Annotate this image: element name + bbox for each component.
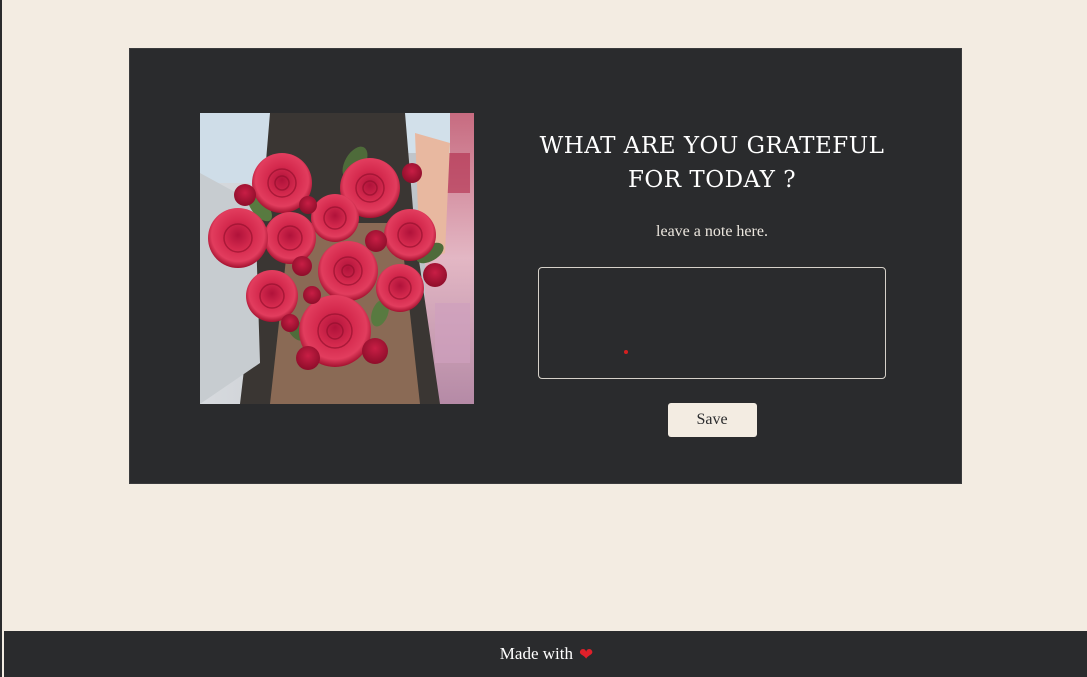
gratitude-card: WHAT ARE YOU GRATEFUL FOR TODAY ? leave … — [129, 48, 962, 484]
roses-image — [200, 113, 474, 404]
subtitle: leave a note here. — [656, 223, 768, 240]
page-title: WHAT ARE YOU GRATEFUL FOR TODAY ? — [539, 133, 885, 193]
page: WHAT ARE YOU GRATEFUL FOR TODAY ? leave … — [0, 0, 1087, 677]
heart-icon: ❤ — [578, 644, 594, 664]
save-button[interactable]: Save — [667, 403, 757, 437]
note-panel: WHAT ARE YOU GRATEFUL FOR TODAY ? leave … — [536, 129, 888, 437]
roses-photo — [200, 113, 474, 404]
text-caret — [624, 350, 628, 354]
footer-text: Made with — [499, 644, 573, 663]
footer: Made with ❤ — [4, 631, 1087, 677]
note-textarea[interactable] — [538, 267, 886, 379]
